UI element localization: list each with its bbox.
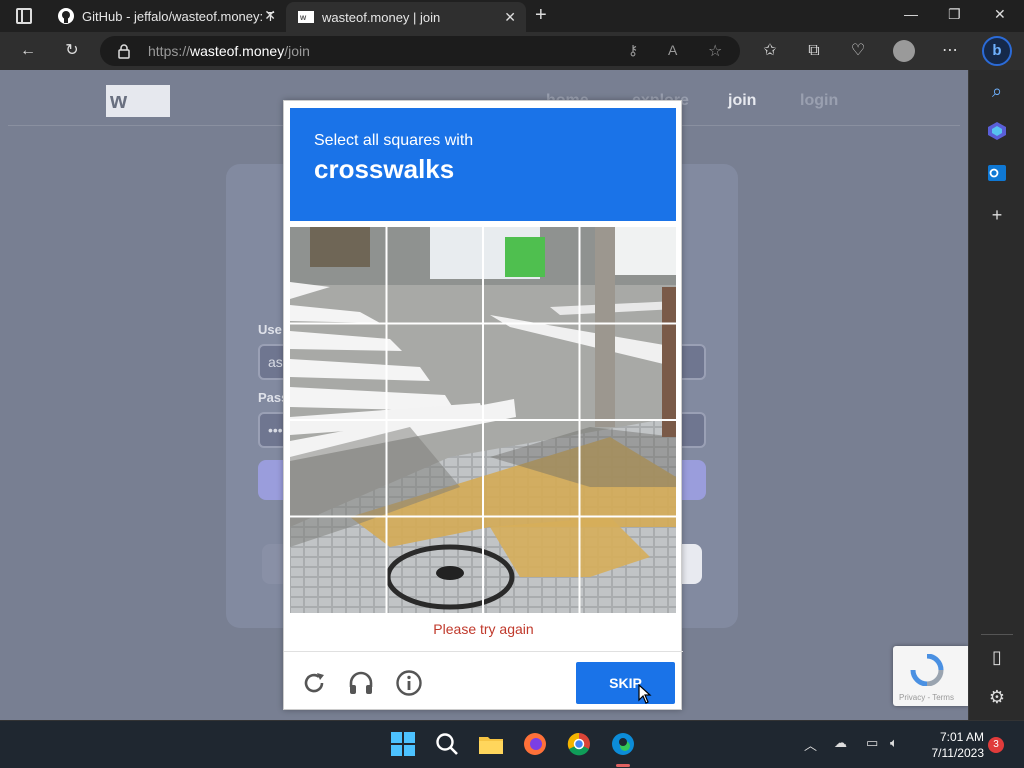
captcha-footer-divider (284, 651, 683, 652)
browser-essentials-icon[interactable]: ♡ (848, 41, 868, 61)
lock-icon (116, 43, 132, 59)
captcha-tile[interactable] (484, 421, 580, 517)
url-text: https://wasteof.money/join (148, 43, 310, 59)
tray-chevron-icon[interactable]: ︿ (804, 735, 817, 754)
url-scheme: https:// (148, 43, 191, 59)
captcha-image-grid (290, 227, 676, 613)
taskbar: ︿ ☁ ▭ 🔈︎ 7:01 AM 7/11/2023 3 (0, 720, 1024, 768)
captcha-tile[interactable] (484, 227, 580, 323)
clock-date: 7/11/2023 (931, 746, 985, 760)
back-icon[interactable]: ← (18, 41, 38, 61)
username-label: Use (258, 322, 282, 337)
github-icon (58, 8, 74, 24)
url-path: /join (284, 43, 310, 59)
taskbar-search-icon[interactable] (433, 730, 461, 758)
more-icon[interactable]: ⋯ (940, 41, 960, 61)
skip-button[interactable]: SKIP (576, 662, 675, 704)
captcha-header: Select all squares with crosswalks (290, 108, 676, 221)
close-tab-icon[interactable]: ✕ (264, 7, 276, 24)
refresh-icon[interactable]: ↻ (62, 41, 82, 61)
nav-join[interactable]: join (728, 92, 756, 110)
recaptcha-logo-icon (909, 653, 945, 691)
tab-wasteof[interactable]: w wasteof.money | join ✕ (286, 2, 526, 32)
tab-title: GitHub - jeffalo/wasteof.money: T (82, 8, 275, 24)
sidebar-divider (981, 634, 1013, 635)
captcha-tile[interactable] (580, 324, 676, 420)
site-logo[interactable]: w (106, 85, 170, 117)
notification-badge[interactable]: 3 (988, 737, 1004, 753)
display-icon[interactable]: ▭ (866, 735, 878, 751)
captcha-error-message: Please try again (433, 621, 534, 637)
captcha-tile[interactable] (484, 324, 580, 420)
clock-time: 7:01 AM (939, 730, 984, 744)
copilot-icon[interactable] (986, 120, 1008, 142)
nav-login[interactable]: login (800, 92, 838, 110)
secondary-button-edge (680, 544, 702, 584)
captcha-tile[interactable] (387, 517, 483, 613)
headphones-icon[interactable] (347, 669, 375, 697)
system-clock[interactable]: 7:01 AM 7/11/2023 (914, 729, 985, 761)
captcha-tile[interactable] (290, 421, 386, 517)
captcha-tile[interactable] (580, 517, 676, 613)
captcha-target-object: crosswalks (314, 154, 455, 184)
profile-avatar[interactable] (893, 40, 915, 62)
volume-icon[interactable]: 🔈︎ (890, 735, 898, 751)
close-window-icon[interactable]: ✕ (994, 6, 1006, 23)
search-icon[interactable]: ⌕ (986, 80, 1008, 102)
new-tab-button[interactable]: + (535, 4, 547, 27)
reload-icon[interactable] (300, 669, 328, 697)
outlook-icon[interactable] (986, 162, 1008, 184)
captcha-tile[interactable] (290, 517, 386, 613)
address-bar[interactable]: https://wasteof.money/join ⚷ A ☆ (100, 36, 740, 66)
captcha-tile[interactable] (387, 421, 483, 517)
add-icon[interactable]: + (986, 204, 1008, 226)
favorite-star-icon[interactable]: ☆ (708, 41, 722, 61)
captcha-tile[interactable] (580, 227, 676, 323)
restore-icon[interactable]: ❐ (948, 6, 961, 23)
chrome-icon[interactable] (565, 730, 593, 758)
recaptcha-terms[interactable]: Privacy - Terms (899, 693, 954, 702)
info-icon[interactable] (395, 669, 423, 697)
captcha-dialog: Select all squares with crosswalks Pleas… (283, 100, 683, 710)
file-explorer-icon[interactable] (477, 730, 505, 758)
browser-toolbar: ← ↻ https://wasteof.money/join ⚷ A ☆ ✩ ⧉… (0, 32, 1024, 70)
read-aloud-icon[interactable]: A (668, 42, 677, 58)
favorites-icon[interactable]: ✩ (760, 41, 780, 61)
wasteof-favicon-icon: w (298, 9, 314, 25)
collections-icon[interactable]: ⧉ (804, 41, 824, 61)
tab-title: wasteof.money | join (322, 9, 441, 25)
windows-start-icon[interactable] (389, 730, 417, 758)
tab-github[interactable]: GitHub - jeffalo/wasteof.money: T ✕ (48, 0, 286, 32)
tab-bar: GitHub - jeffalo/wasteof.money: T ✕ w wa… (0, 0, 1024, 32)
mouse-cursor-icon (638, 683, 652, 709)
edge-icon[interactable] (609, 730, 637, 758)
split-screen-icon[interactable]: ▯ (986, 646, 1008, 668)
captcha-instruction: Select all squares with (314, 132, 474, 149)
svg-text:w: w (299, 13, 307, 22)
captcha-tile[interactable] (484, 517, 580, 613)
close-tab-icon[interactable]: ✕ (504, 9, 516, 26)
url-host: wasteof.money (190, 43, 285, 59)
recaptcha-badge[interactable]: Privacy - Terms (893, 646, 968, 706)
bing-chat-icon[interactable]: b (982, 36, 1012, 66)
active-app-indicator (616, 764, 630, 767)
onedrive-icon[interactable]: ☁ (834, 735, 847, 751)
key-icon[interactable]: ⚷ (628, 42, 638, 59)
edge-sidebar: ⌕ + ▯ ⚙ (968, 70, 1024, 720)
captcha-tile[interactable] (290, 227, 386, 323)
captcha-tile[interactable] (387, 324, 483, 420)
captcha-tile[interactable] (387, 227, 483, 323)
settings-gear-icon[interactable]: ⚙ (986, 686, 1008, 708)
captcha-tile[interactable] (290, 324, 386, 420)
firefox-icon[interactable] (521, 730, 549, 758)
minimize-icon[interactable]: — (904, 6, 918, 22)
captcha-tile[interactable] (580, 421, 676, 517)
tab-actions-icon[interactable] (16, 8, 32, 24)
